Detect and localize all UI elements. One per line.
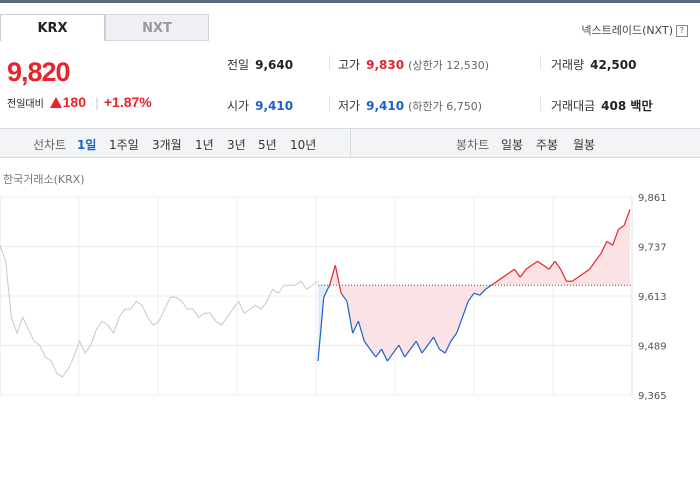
stat-value: 42,500 [590,58,637,72]
price-change: 전일대비 180 | +1.87% [7,94,152,110]
change-divider: | [94,96,99,110]
stat-value: 9,410 [255,99,294,113]
line-chart-label: 선차트 [33,138,67,152]
nxt-link-label: 넥스트레이드(NXT) [581,24,673,37]
stat-value: 408 백만 [601,99,653,113]
candle-chart-label: 봉차트 [456,138,490,152]
stat-label: 전일 [227,58,250,72]
change-label: 전일대비 [7,99,44,110]
top-border [0,0,700,3]
stat-label: 거래량 [551,58,585,72]
chart-period-toolbar: 선차트 1일 1주일 3개월 1년 3년 5년 10년 봉차트 일봉 주봉 월봉 [0,128,700,158]
help-icon[interactable]: ? [676,25,688,37]
divider [540,96,541,111]
y-axis-labels: 9,861 9,737 9,613 9,489 9,365 [638,193,667,400]
stat-high: 고가 9,830 (상한가 12,530) [338,56,489,73]
toolbar-divider [350,129,351,157]
stat-label: 저가 [338,99,361,113]
stat-label: 거래대금 [551,99,596,113]
stat-value: 9,830 [366,58,405,72]
y-tick-label: 9,861 [638,193,667,204]
chart-grid [0,196,633,396]
period-1d[interactable]: 1일 [77,136,96,153]
stat-amount: 거래대금 408 백만 [551,97,652,114]
upper-limit: (상한가 12,530) [408,59,489,72]
stat-value: 9,410 [366,99,405,113]
change-abs: 180 [62,94,86,110]
price-box: 9,820 전일대비 180 | +1.87% [0,41,209,121]
period-3y[interactable]: 3년 [227,136,246,153]
period-10y[interactable]: 10년 [290,136,316,153]
nxt-link[interactable]: 넥스트레이드(NXT)? [581,22,688,38]
candle-daily[interactable]: 일봉 [501,136,523,153]
stat-value: 9,640 [255,58,294,72]
divider [540,55,541,70]
lower-limit: (하한가 6,750) [408,100,482,113]
period-5y[interactable]: 5년 [258,136,277,153]
y-tick-label: 9,737 [638,243,667,254]
tab-krx[interactable]: KRX [0,14,105,41]
current-price: 9,820 [7,57,71,87]
stat-prev-close: 전일 9,640 [227,56,293,73]
candle-weekly[interactable]: 주봉 [536,136,558,153]
change-pct: +1.87% [103,94,152,110]
y-tick-label: 9,489 [638,342,667,353]
stat-label: 시가 [227,99,250,113]
tab-nxt[interactable]: NXT [105,14,209,41]
stat-volume: 거래량 42,500 [551,56,636,73]
y-tick-label: 9,613 [638,292,667,303]
divider [329,55,330,70]
stat-low: 저가 9,410 (하한가 6,750) [338,97,482,114]
up-triangle-icon [49,97,62,108]
divider [329,96,330,111]
period-1y[interactable]: 1년 [195,136,214,153]
candle-monthly[interactable]: 월봉 [573,136,595,153]
stat-label: 고가 [338,58,361,72]
stat-open: 시가 9,410 [227,97,293,114]
period-1w[interactable]: 1주일 [109,136,139,153]
intraday-chart: 9,861 9,737 9,613 9,489 9,365 [0,193,667,400]
period-3m[interactable]: 3개월 [152,136,182,153]
y-tick-label: 9,365 [638,391,667,400]
